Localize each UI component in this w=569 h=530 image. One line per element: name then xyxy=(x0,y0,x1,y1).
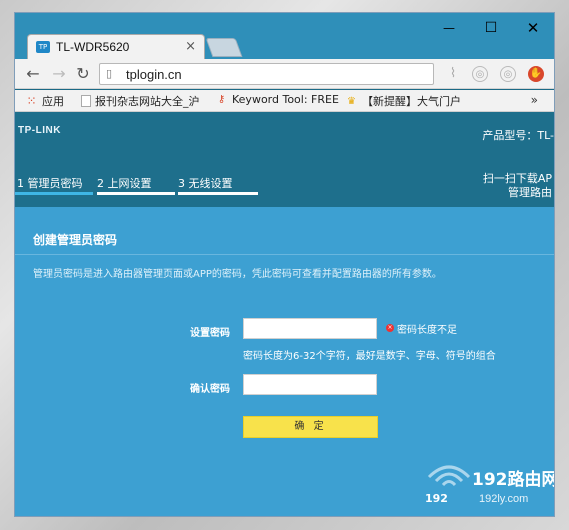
bookmark-label: 【新提醒】大气门户 xyxy=(362,95,461,108)
bookmark-label: 报刊杂志网站大全_沪 xyxy=(95,95,200,108)
browser-toolbar: ← → ↻ ▯ tplogin.cn ⌇ ◎ ◎ ✋ xyxy=(15,59,554,89)
error-message: 密码长度不足 xyxy=(397,325,457,336)
page-info-icon[interactable]: ▯ xyxy=(106,67,118,81)
bookmark-apps[interactable]: ⁙ 应用 xyxy=(25,93,64,109)
more-bookmarks-icon[interactable]: » xyxy=(531,93,538,107)
confirm-button[interactable]: 确 定 xyxy=(243,416,378,438)
password-form-panel: 创建管理员密码 管理员密码是进入路由器管理页面或APP的密码，凭此密码可查看并配… xyxy=(15,207,555,516)
adblock-extension-icon[interactable]: ✋ xyxy=(528,66,544,82)
wifi-watermark-icon xyxy=(427,465,471,487)
page-icon xyxy=(81,95,91,107)
tplink-favicon-icon: TP xyxy=(36,41,50,53)
error-icon: × xyxy=(386,324,394,332)
confirm-password-input[interactable] xyxy=(243,374,377,395)
form-description: 管理员密码是进入路由器管理页面或APP的密码，凭此密码可查看并配置路由器的所有参… xyxy=(33,269,442,280)
forward-arrow-icon[interactable]: → xyxy=(49,64,69,84)
bookmark-portal[interactable]: ♛ 【新提醒】大气门户 xyxy=(345,93,461,109)
step-internet-settings: 2 上网设置 xyxy=(97,177,152,190)
tab-title: TL-WDR5620 xyxy=(56,40,130,54)
extension-icon-2[interactable]: ◎ xyxy=(500,66,516,82)
tab-close-icon[interactable]: × xyxy=(185,39,196,54)
divider xyxy=(15,254,554,255)
scan-line: 管理路由 xyxy=(508,186,552,199)
address-bar[interactable]: ▯ tplogin.cn xyxy=(99,63,434,85)
watermark-url: 192ly.com xyxy=(479,493,529,505)
browser-tab[interactable]: TP TL-WDR5620 × xyxy=(27,34,205,59)
back-arrow-icon[interactable]: ← xyxy=(23,64,43,84)
tplink-logo: TP-LINK xyxy=(18,125,61,136)
form-title: 创建管理员密码 xyxy=(33,233,118,247)
router-page: TP-LINK 产品型号：TL- 1 管理员密码 2 上网设置 3 无线设置 扫… xyxy=(15,112,555,516)
title-bar: TP TL-WDR5620 × — ☐ ✕ xyxy=(15,13,554,59)
model-label: 产品型号：TL- xyxy=(482,129,554,142)
step-progress xyxy=(97,192,175,195)
window-controls: — ☐ ✕ xyxy=(428,13,554,43)
password-label: 设置密码 xyxy=(190,328,230,339)
step-wireless-settings: 3 无线设置 xyxy=(178,177,233,190)
close-window-button[interactable]: ✕ xyxy=(512,13,554,43)
apps-grid-icon: ⁙ xyxy=(26,93,37,108)
bookmark-keyword-tool[interactable]: ⚷ Keyword Tool: FREE xyxy=(215,93,339,106)
trophy-icon: ♛ xyxy=(347,95,356,107)
scan-line: 扫一扫下载AP xyxy=(482,172,552,185)
password-hint: 密码长度为6-32个字符，最好是数字、字母、符号的组合 xyxy=(243,351,496,362)
extension-icon-1[interactable]: ◎ xyxy=(472,66,488,82)
bookmark-label: Keyword Tool: FREE xyxy=(232,93,339,106)
reload-icon[interactable]: ↻ xyxy=(73,64,93,84)
bookmark-newspapers[interactable]: 报刊杂志网站大全_沪 xyxy=(81,93,200,109)
browser-window: TP TL-WDR5620 × — ☐ ✕ ← → ↻ ▯ tplogin.cn… xyxy=(14,12,555,517)
new-tab-button[interactable] xyxy=(205,38,243,57)
bookmarks-bar: ⁙ 应用 报刊杂志网站大全_沪 ⚷ Keyword Tool: FREE ♛ 【… xyxy=(15,90,554,112)
maximize-button[interactable]: ☐ xyxy=(470,13,512,43)
step-admin-password: 1 管理员密码 xyxy=(17,177,83,190)
broom-extension-icon[interactable]: ⌇ xyxy=(445,66,461,82)
bookmark-label: 应用 xyxy=(42,95,64,108)
watermark-sub: 192 xyxy=(425,492,448,505)
step-progress-active xyxy=(15,192,93,195)
key-icon: ⚷ xyxy=(217,94,226,105)
password-input[interactable] xyxy=(243,318,377,339)
scan-download-text: 扫一扫下载AP 管理路由 xyxy=(483,172,552,200)
watermark-name: 192路由网 xyxy=(472,470,555,490)
confirm-password-label: 确认密码 xyxy=(190,384,230,395)
url-text[interactable]: tplogin.cn xyxy=(126,67,182,82)
minimize-button[interactable]: — xyxy=(428,13,470,43)
step-progress xyxy=(178,192,258,195)
